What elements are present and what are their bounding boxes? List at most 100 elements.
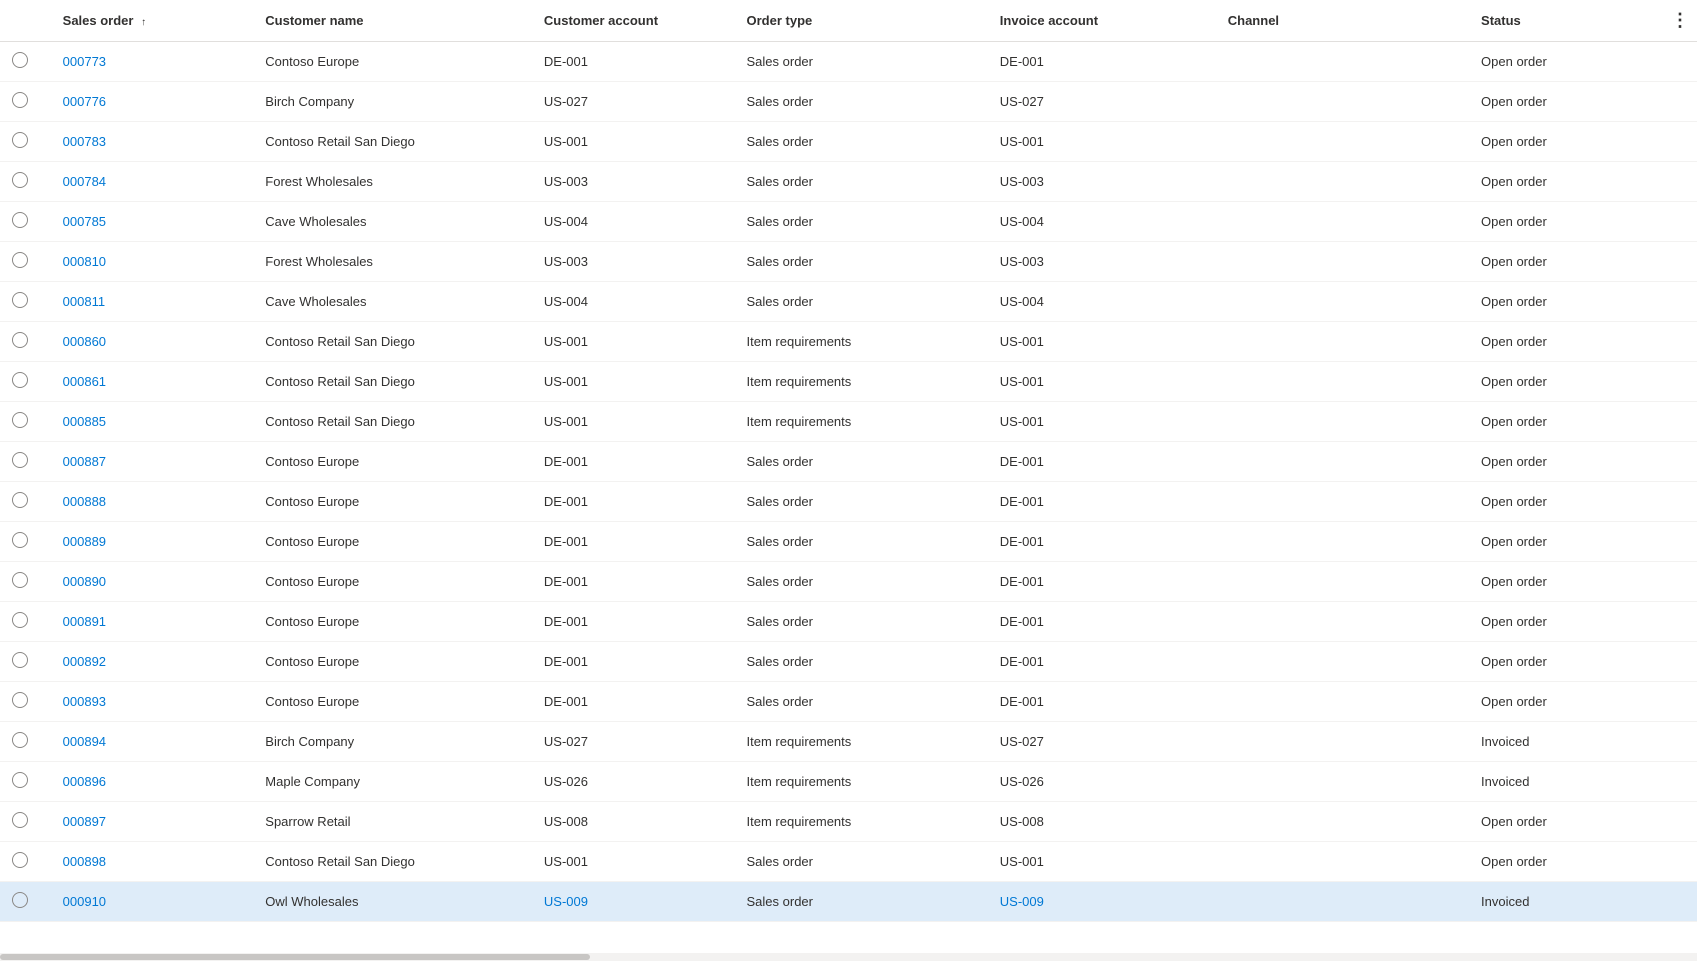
invoice-account-cell: US-004 <box>988 282 1216 322</box>
invoice-account-link[interactable]: US-009 <box>1000 894 1044 909</box>
order-type-header[interactable]: Order type <box>735 0 988 42</box>
row-checkbox[interactable] <box>12 172 28 188</box>
channel-cell <box>1216 42 1469 82</box>
row-checkbox[interactable] <box>12 772 28 788</box>
row-checkbox-cell <box>0 162 51 202</box>
table-row: 000861Contoso Retail San DiegoUS-001Item… <box>0 362 1697 402</box>
sales-order-header[interactable]: Sales order ↑ <box>51 0 254 42</box>
sales-order-id-link[interactable]: 000910 <box>63 894 106 909</box>
sales-order-id-link[interactable]: 000773 <box>63 54 106 69</box>
row-options-cell <box>1659 762 1697 802</box>
customer-account-cell: US-004 <box>532 202 735 242</box>
order-type-cell: Sales order <box>735 482 988 522</box>
row-checkbox[interactable] <box>12 412 28 428</box>
sales-order-id-cell: 000885 <box>51 402 254 442</box>
row-checkbox[interactable] <box>12 372 28 388</box>
row-checkbox[interactable] <box>12 812 28 828</box>
sales-order-id-link[interactable]: 000776 <box>63 94 106 109</box>
status-header[interactable]: Status <box>1469 0 1659 42</box>
row-checkbox-cell <box>0 482 51 522</box>
invoice-account-cell: US-027 <box>988 82 1216 122</box>
order-type-cell: Item requirements <box>735 762 988 802</box>
row-checkbox[interactable] <box>12 692 28 708</box>
row-checkbox[interactable] <box>12 612 28 628</box>
sales-order-id-link[interactable]: 000897 <box>63 814 106 829</box>
row-checkbox[interactable] <box>12 132 28 148</box>
table-row: 000910Owl WholesalesUS-009Sales orderUS-… <box>0 882 1697 922</box>
sales-order-id-cell: 000861 <box>51 362 254 402</box>
order-type-cell: Sales order <box>735 562 988 602</box>
customer-account-cell: US-001 <box>532 362 735 402</box>
sales-order-id-link[interactable]: 000785 <box>63 214 106 229</box>
customer-name-cell: Birch Company <box>253 722 532 762</box>
sales-order-id-link[interactable]: 000893 <box>63 694 106 709</box>
row-checkbox[interactable] <box>12 332 28 348</box>
sales-order-id-link[interactable]: 000887 <box>63 454 106 469</box>
row-checkbox-cell <box>0 642 51 682</box>
order-type-cell: Sales order <box>735 242 988 282</box>
order-type-cell: Item requirements <box>735 802 988 842</box>
sales-order-id-link[interactable]: 000810 <box>63 254 106 269</box>
sales-order-id-link[interactable]: 000783 <box>63 134 106 149</box>
row-checkbox[interactable] <box>12 452 28 468</box>
row-checkbox[interactable] <box>12 212 28 228</box>
row-options-cell <box>1659 162 1697 202</box>
row-checkbox[interactable] <box>12 292 28 308</box>
invoice-account-cell: DE-001 <box>988 562 1216 602</box>
row-options-cell <box>1659 282 1697 322</box>
row-checkbox[interactable] <box>12 252 28 268</box>
customer-account-header[interactable]: Customer account <box>532 0 735 42</box>
customer-account-cell: US-008 <box>532 802 735 842</box>
row-checkbox[interactable] <box>12 92 28 108</box>
customer-name-header[interactable]: Customer name <box>253 0 532 42</box>
sales-order-id-link[interactable]: 000811 <box>63 294 105 309</box>
sales-orders-table-container: Sales order ↑ Customer name Customer acc… <box>0 0 1697 961</box>
customer-name-cell: Cave Wholesales <box>253 202 532 242</box>
sales-order-id-link[interactable]: 000885 <box>63 414 106 429</box>
sales-order-id-link[interactable]: 000898 <box>63 854 106 869</box>
row-checkbox[interactable] <box>12 892 28 908</box>
row-checkbox[interactable] <box>12 852 28 868</box>
row-checkbox[interactable] <box>12 652 28 668</box>
row-checkbox-cell <box>0 442 51 482</box>
customer-account-link[interactable]: US-009 <box>544 894 588 909</box>
sales-order-id-link[interactable]: 000784 <box>63 174 106 189</box>
row-checkbox[interactable] <box>12 572 28 588</box>
sales-order-id-cell: 000894 <box>51 722 254 762</box>
customer-account-cell: US-004 <box>532 282 735 322</box>
order-type-cell: Sales order <box>735 842 988 882</box>
row-checkbox[interactable] <box>12 492 28 508</box>
row-options-cell <box>1659 402 1697 442</box>
customer-account-cell: US-003 <box>532 162 735 202</box>
sales-order-id-link[interactable]: 000889 <box>63 534 106 549</box>
customer-account-cell: US-003 <box>532 242 735 282</box>
status-cell: Open order <box>1469 602 1659 642</box>
sales-order-id-link[interactable]: 000890 <box>63 574 106 589</box>
sales-order-id-link[interactable]: 000861 <box>63 374 106 389</box>
status-cell: Open order <box>1469 522 1659 562</box>
sales-order-id-link[interactable]: 000888 <box>63 494 106 509</box>
scrollbar-thumb[interactable] <box>0 954 590 960</box>
horizontal-scrollbar[interactable] <box>0 953 1697 961</box>
table-row: 000885Contoso Retail San DiegoUS-001Item… <box>0 402 1697 442</box>
row-checkbox[interactable] <box>12 732 28 748</box>
customer-name-cell: Contoso Europe <box>253 642 532 682</box>
sales-order-id-link[interactable]: 000894 <box>63 734 106 749</box>
row-checkbox[interactable] <box>12 52 28 68</box>
row-checkbox[interactable] <box>12 532 28 548</box>
channel-cell <box>1216 642 1469 682</box>
sales-order-id-link[interactable]: 000891 <box>63 614 106 629</box>
status-cell: Invoiced <box>1469 882 1659 922</box>
invoice-account-header[interactable]: Invoice account <box>988 0 1216 42</box>
sales-order-id-link[interactable]: 000892 <box>63 654 106 669</box>
sales-order-id-link[interactable]: 000896 <box>63 774 106 789</box>
sales-order-id-cell: 000896 <box>51 762 254 802</box>
table-row: 000897Sparrow RetailUS-008Item requireme… <box>0 802 1697 842</box>
column-options-icon[interactable]: ⋮ <box>1671 10 1689 31</box>
row-checkbox-cell <box>0 202 51 242</box>
sales-order-id-link[interactable]: 000860 <box>63 334 106 349</box>
order-type-cell: Sales order <box>735 162 988 202</box>
row-checkbox-cell <box>0 682 51 722</box>
channel-header[interactable]: Channel <box>1216 0 1469 42</box>
order-type-cell: Sales order <box>735 122 988 162</box>
